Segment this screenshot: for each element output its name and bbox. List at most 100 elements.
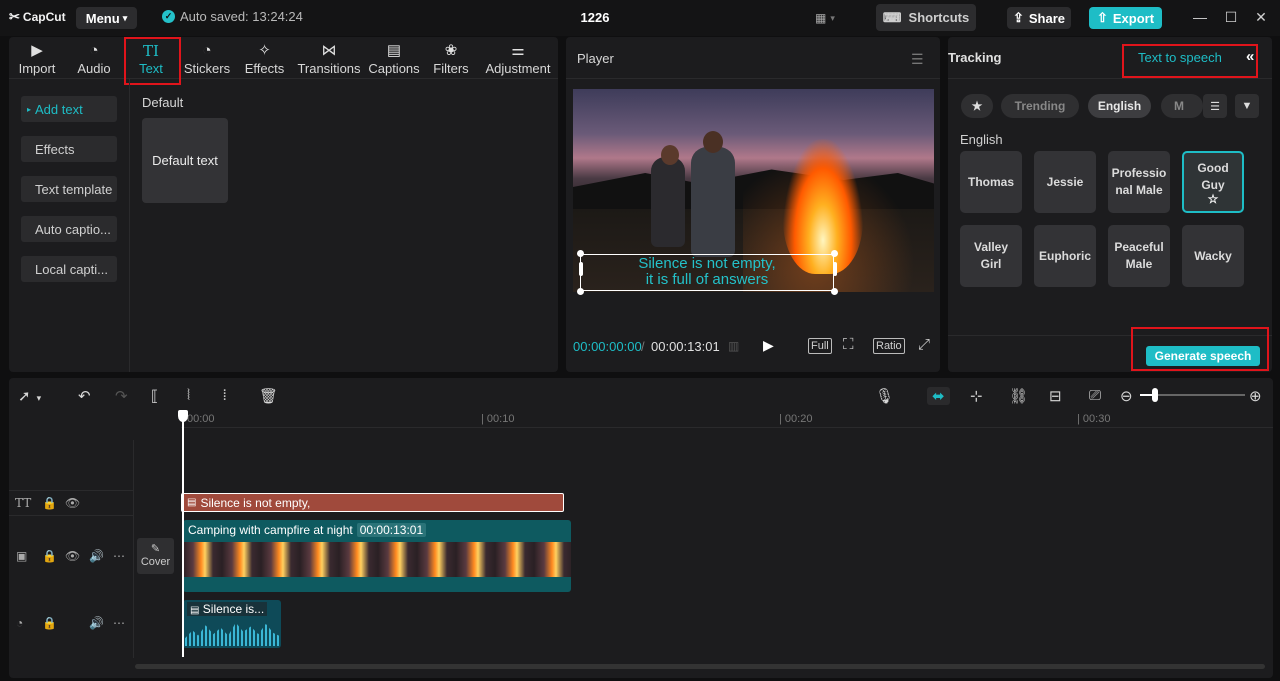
- tab-captions[interactable]: ▤ Captions: [366, 39, 422, 79]
- split-right-icon[interactable]: ⦙: [223, 387, 226, 404]
- microphone-icon[interactable]: 🎙: [875, 387, 894, 405]
- speaker-icon[interactable]: 🔊: [89, 616, 104, 630]
- video-clip[interactable]: Camping with campfire at night 00:00:13:0…: [183, 520, 571, 592]
- sidebar-item-effects[interactable]: Effects: [21, 136, 117, 162]
- share-icon: ⇪: [1012, 10, 1024, 25]
- cover-button[interactable]: ✎ Cover: [137, 538, 174, 574]
- ruler-tick: | 00:10: [481, 413, 515, 425]
- sidebar-item-text-template[interactable]: Text template: [21, 176, 117, 202]
- sticker-icon: ◔: [202, 41, 212, 59]
- main-track-magnet-icon[interactable]: ⬌: [927, 387, 950, 405]
- resize-handle[interactable]: [577, 288, 584, 295]
- tab-transitions[interactable]: ⋈ Transitions: [296, 39, 362, 79]
- resize-handle[interactable]: [831, 288, 838, 295]
- layout-icon[interactable]: ▦ ▾: [815, 10, 845, 26]
- select-tool-icon[interactable]: ➚ ▾: [18, 387, 41, 405]
- lock-icon[interactable]: 🔒: [42, 616, 57, 630]
- menu-button[interactable]: Menu ▾: [76, 7, 137, 29]
- divider: [133, 440, 134, 658]
- ratio-button[interactable]: Ratio: [873, 338, 905, 354]
- eye-icon[interactable]: 👁: [65, 496, 80, 510]
- voice-valley-girl[interactable]: Valley Girl: [960, 225, 1022, 287]
- zoom-out-icon[interactable]: ⊖: [1120, 387, 1133, 405]
- check-icon: ✓: [162, 10, 175, 23]
- favorites-chip[interactable]: ★: [961, 94, 993, 118]
- redo-icon[interactable]: ↷: [115, 387, 128, 405]
- generate-speech-button[interactable]: Generate speech: [1146, 346, 1260, 366]
- link-icon[interactable]: ⛓: [1009, 387, 1028, 405]
- eye-icon[interactable]: 👁: [65, 549, 80, 563]
- sidebar-item-add-text[interactable]: ▸ Add text: [21, 96, 117, 122]
- keyboard-icon: ⌨: [882, 9, 902, 25]
- chip-english[interactable]: English: [1088, 94, 1151, 118]
- play-button[interactable]: ▶: [763, 337, 774, 354]
- tab-import[interactable]: ▶ Import: [13, 39, 61, 79]
- hamburger-icon[interactable]: ☰: [911, 51, 924, 68]
- collapse-icon[interactable]: «: [1246, 48, 1254, 65]
- favorite-star-icon[interactable]: ☆: [1208, 193, 1219, 205]
- resize-handle[interactable]: [579, 262, 583, 276]
- audio-clip[interactable]: ▤ Silence is...: [183, 600, 281, 648]
- minimize-icon[interactable]: —: [1193, 9, 1207, 25]
- voice-peaceful-male[interactable]: Peaceful Male: [1108, 225, 1170, 287]
- undo-icon[interactable]: ↶: [78, 387, 91, 405]
- voice-thomas[interactable]: Thomas: [960, 151, 1022, 213]
- share-button[interactable]: ⇪ Share: [1007, 7, 1071, 29]
- resize-handle[interactable]: [831, 250, 838, 257]
- sidebar-item-local-captions[interactable]: Local capti...: [21, 256, 117, 282]
- timeline-ruler[interactable]: 00:00 | 00:10 | 00:20 | 00:30: [181, 410, 1273, 428]
- tab-audio[interactable]: ◔ Audio: [71, 39, 117, 79]
- maximize-icon[interactable]: ☐: [1224, 9, 1238, 25]
- zoom-in-icon[interactable]: ⊕: [1249, 387, 1262, 405]
- project-name[interactable]: 1226: [560, 10, 630, 25]
- subtitle-overlay[interactable]: Silence is not empty, it is full of answe…: [580, 256, 834, 288]
- preview-axis-icon[interactable]: ⊟: [1049, 387, 1062, 405]
- tab-filters[interactable]: ❀ Filters: [430, 39, 472, 79]
- voice-euphoric[interactable]: Euphoric: [1034, 225, 1096, 287]
- split-icon[interactable]: ⟦: [151, 387, 158, 405]
- zoom-slider-handle[interactable]: [1152, 388, 1158, 402]
- playhead[interactable]: [182, 411, 184, 657]
- voice-good-guy[interactable]: Good Guy ☆: [1182, 151, 1244, 213]
- tab-tracking[interactable]: Tracking: [948, 50, 1001, 65]
- split-left-icon[interactable]: ⦚: [187, 387, 190, 404]
- chip-trending[interactable]: Trending: [1001, 94, 1079, 118]
- shortcuts-button[interactable]: ⌨ Shortcuts: [876, 4, 976, 31]
- close-icon[interactable]: ✕: [1254, 9, 1268, 25]
- resize-handle[interactable]: [833, 262, 837, 276]
- filter-icon[interactable]: ☰: [1203, 94, 1227, 118]
- chip-more[interactable]: M: [1161, 94, 1203, 118]
- playhead-handle[interactable]: [178, 410, 188, 422]
- more-icon[interactable]: ⋯: [113, 616, 125, 630]
- lock-icon[interactable]: 🔒: [42, 549, 57, 563]
- default-text-card[interactable]: Default text: [142, 118, 228, 203]
- audio-waveform: [185, 622, 279, 646]
- fullscreen-icon[interactable]: ⤢: [918, 336, 930, 353]
- tab-stickers[interactable]: ◔ Stickers: [183, 39, 231, 79]
- auto-snap-icon[interactable]: ⊹: [970, 387, 983, 405]
- speaker-icon[interactable]: 🔊: [89, 549, 104, 563]
- sidebar-item-auto-captions[interactable]: Auto captio...: [21, 216, 117, 242]
- full-quality-button[interactable]: Full: [808, 338, 832, 354]
- text-clip[interactable]: ▤ Silence is not empty,: [181, 493, 564, 512]
- audio-clip-label: ▤ Silence is...: [187, 602, 268, 616]
- voice-professional-male[interactable]: Professio nal Male: [1108, 151, 1170, 213]
- more-icon[interactable]: ⋯: [113, 549, 125, 563]
- delete-icon[interactable]: 🗑: [259, 387, 278, 405]
- tab-effects[interactable]: ✧ Effects: [242, 39, 287, 79]
- screenshot-icon[interactable]: ⎚: [1089, 387, 1101, 404]
- chevron-down-icon: ▾: [122, 12, 128, 23]
- tab-text[interactable]: TI Text: [127, 39, 175, 79]
- horizontal-scrollbar[interactable]: [135, 664, 1265, 669]
- tab-text-to-speech[interactable]: Text to speech: [1138, 50, 1222, 65]
- voice-jessie[interactable]: Jessie: [1034, 151, 1096, 213]
- filters-icon: ❀: [444, 41, 458, 59]
- fit-screen-icon[interactable]: ⛶: [843, 336, 854, 353]
- tab-adjustment[interactable]: ⚌ Adjustment: [483, 39, 553, 79]
- voice-wacky[interactable]: Wacky: [1182, 225, 1244, 287]
- export-button[interactable]: ⇧ Export: [1089, 7, 1162, 29]
- section-heading: Default: [142, 95, 184, 110]
- lock-icon[interactable]: 🔒: [42, 496, 57, 510]
- chevron-down-icon[interactable]: ▼: [1235, 94, 1259, 118]
- resize-handle[interactable]: [577, 250, 584, 257]
